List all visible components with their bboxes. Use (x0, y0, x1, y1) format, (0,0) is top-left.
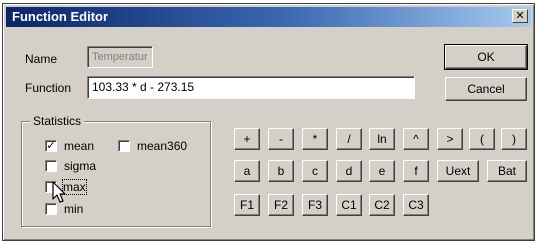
key-uext[interactable]: Uext (437, 160, 479, 182)
key-greater[interactable]: > (437, 128, 463, 150)
statistics-title: Statistics (30, 114, 85, 128)
function-input[interactable]: 103.33 * d - 273.15 (87, 76, 415, 99)
sigma-checkbox[interactable] (45, 160, 57, 172)
key-c2[interactable]: C2 (369, 194, 395, 216)
mean360-checkbox[interactable] (118, 140, 130, 152)
key-ln[interactable]: ln (369, 128, 395, 150)
key-divide[interactable]: / (336, 128, 362, 150)
key-plus[interactable]: + (234, 128, 260, 150)
name-label: Name (25, 52, 58, 66)
mouse-pointer-icon (52, 181, 66, 203)
window-title: Function Editor (12, 9, 109, 24)
mean360-label: mean360 (137, 139, 188, 153)
key-a[interactable]: a (234, 160, 260, 182)
key-power[interactable]: ^ (403, 128, 429, 150)
key-c3[interactable]: C3 (403, 194, 429, 216)
key-f1[interactable]: F1 (234, 194, 260, 216)
key-multiply[interactable]: * (302, 128, 328, 150)
key-f2[interactable]: F2 (268, 194, 294, 216)
name-field: Temperatur (87, 46, 153, 68)
key-c[interactable]: c (302, 160, 328, 182)
key-bat[interactable]: Bat (487, 160, 527, 182)
ok-button[interactable]: OK (444, 44, 528, 70)
key-d[interactable]: d (336, 160, 362, 182)
key-close-paren[interactable]: ) (501, 128, 527, 150)
cancel-button[interactable]: Cancel (445, 77, 527, 101)
mean-label: mean (64, 139, 95, 153)
key-open-paren[interactable]: ( (469, 128, 495, 150)
mean-checkbox[interactable]: ✓ (45, 140, 57, 152)
key-c1[interactable]: C1 (336, 194, 362, 216)
key-e[interactable]: e (369, 160, 395, 182)
key-b[interactable]: b (268, 160, 294, 182)
key-minus[interactable]: - (268, 128, 294, 150)
key-f3[interactable]: F3 (302, 194, 328, 216)
close-button[interactable]: ✕ (512, 9, 528, 23)
key-f[interactable]: f (403, 160, 429, 182)
function-label: Function (25, 81, 72, 95)
title-bar[interactable]: Function Editor ✕ (6, 7, 531, 27)
sigma-label: sigma (64, 159, 97, 173)
